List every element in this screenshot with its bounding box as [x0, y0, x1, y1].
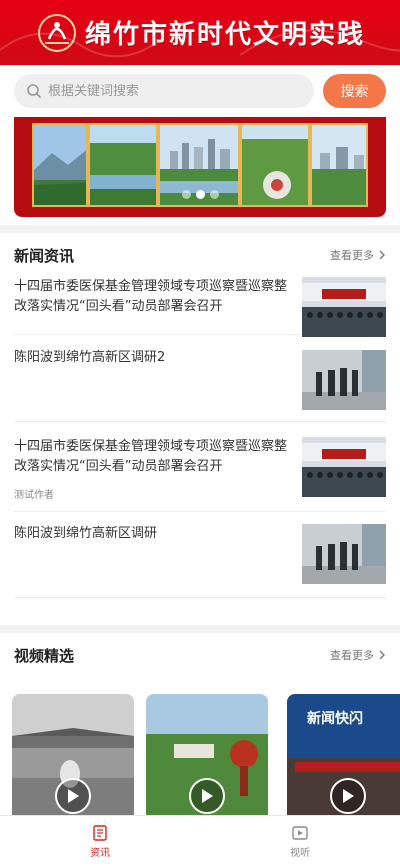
- news-section: 新闻资讯 查看更多 十四届市委医保基金管理领域专项巡察暨巡察整改落实情况“回头看…: [0, 233, 400, 625]
- news-section-title: 新闻资讯: [14, 246, 75, 265]
- news-more-label: 查看更多: [330, 249, 374, 262]
- search-icon: [27, 84, 42, 99]
- banner-photo-park: [240, 123, 310, 207]
- news-item[interactable]: 十四届市委医保基金管理领域专项巡察暨巡察整改落实情况“回头看”动员部署会召开 测…: [14, 437, 386, 512]
- news-item-thumbnail: [302, 437, 386, 497]
- news-item-thumbnail: [302, 524, 386, 584]
- video-card[interactable]: [12, 694, 134, 815]
- news-item-title: 十四届市委医保基金管理领域专项巡察暨巡察整改落实情况“回头看”动员部署会召开: [14, 439, 288, 474]
- header-pattern: [0, 29, 400, 58]
- video-card[interactable]: 新闻快闪: [287, 694, 400, 815]
- video-card[interactable]: [146, 694, 268, 815]
- banner-photo-lake: [88, 123, 158, 207]
- carousel-dot-active[interactable]: [196, 190, 205, 199]
- app-header: 绵竹市新时代文明实践: [0, 0, 400, 65]
- news-item-thumbnail: [302, 350, 386, 410]
- news-item[interactable]: 陈阳波到绵竹高新区调研: [14, 524, 386, 598]
- search-input[interactable]: [48, 83, 288, 99]
- news-item-thumbnail: [302, 277, 386, 337]
- search-box[interactable]: [14, 74, 314, 108]
- news-header: 新闻资讯 查看更多: [14, 245, 386, 265]
- video-icon: [292, 826, 308, 840]
- news-item[interactable]: 十四届市委医保基金管理领域专项巡察暨巡察整改落实情况“回头看”动员部署会召开: [14, 277, 386, 337]
- video-more-link[interactable]: 查看更多: [330, 647, 386, 663]
- banner-carousel[interactable]: [14, 117, 386, 217]
- banner-section: [0, 117, 400, 225]
- tab-news-label: 资讯: [90, 848, 110, 859]
- search-bar: 搜索: [0, 65, 400, 117]
- video-card-caption: 新闻快闪: [307, 711, 363, 727]
- bottom-tab-bar: 资讯 视听: [0, 815, 400, 867]
- banner-photo-town: [310, 123, 368, 207]
- tab-video-label: 视听: [290, 848, 310, 859]
- video-section: 视频精选 查看更多 新闻快闪: [0, 633, 400, 815]
- carousel-dot[interactable]: [182, 190, 191, 199]
- banner-photo-mountains: [32, 123, 88, 207]
- chevron-right-icon: [379, 250, 385, 260]
- news-more-link[interactable]: 查看更多: [330, 247, 386, 263]
- search-button[interactable]: 搜索: [323, 74, 386, 108]
- carousel-dot[interactable]: [210, 190, 219, 199]
- news-item-title: 十四届市委医保基金管理领域专项巡察暨巡察整改落实情况“回头看”动员部署会召开: [14, 279, 288, 314]
- news-item-author: 测试作者: [14, 490, 54, 501]
- tab-video[interactable]: 视听: [200, 816, 400, 867]
- video-more-label: 查看更多: [330, 649, 374, 662]
- chevron-right-icon: [379, 650, 385, 660]
- news-item-title: 陈阳波到绵竹高新区调研: [14, 526, 158, 541]
- news-item[interactable]: 陈阳波到绵竹高新区调研2: [14, 348, 386, 422]
- news-item-title: 陈阳波到绵竹高新区调研2: [14, 350, 166, 365]
- play-icon[interactable]: [189, 778, 225, 814]
- video-header: 视频精选 查看更多: [14, 645, 386, 665]
- play-icon[interactable]: [330, 778, 366, 814]
- carousel-indicator: [182, 190, 219, 199]
- play-icon[interactable]: [55, 778, 91, 814]
- tab-news[interactable]: 资讯: [0, 816, 200, 867]
- video-section-title: 视频精选: [14, 646, 75, 665]
- news-icon: [93, 825, 107, 841]
